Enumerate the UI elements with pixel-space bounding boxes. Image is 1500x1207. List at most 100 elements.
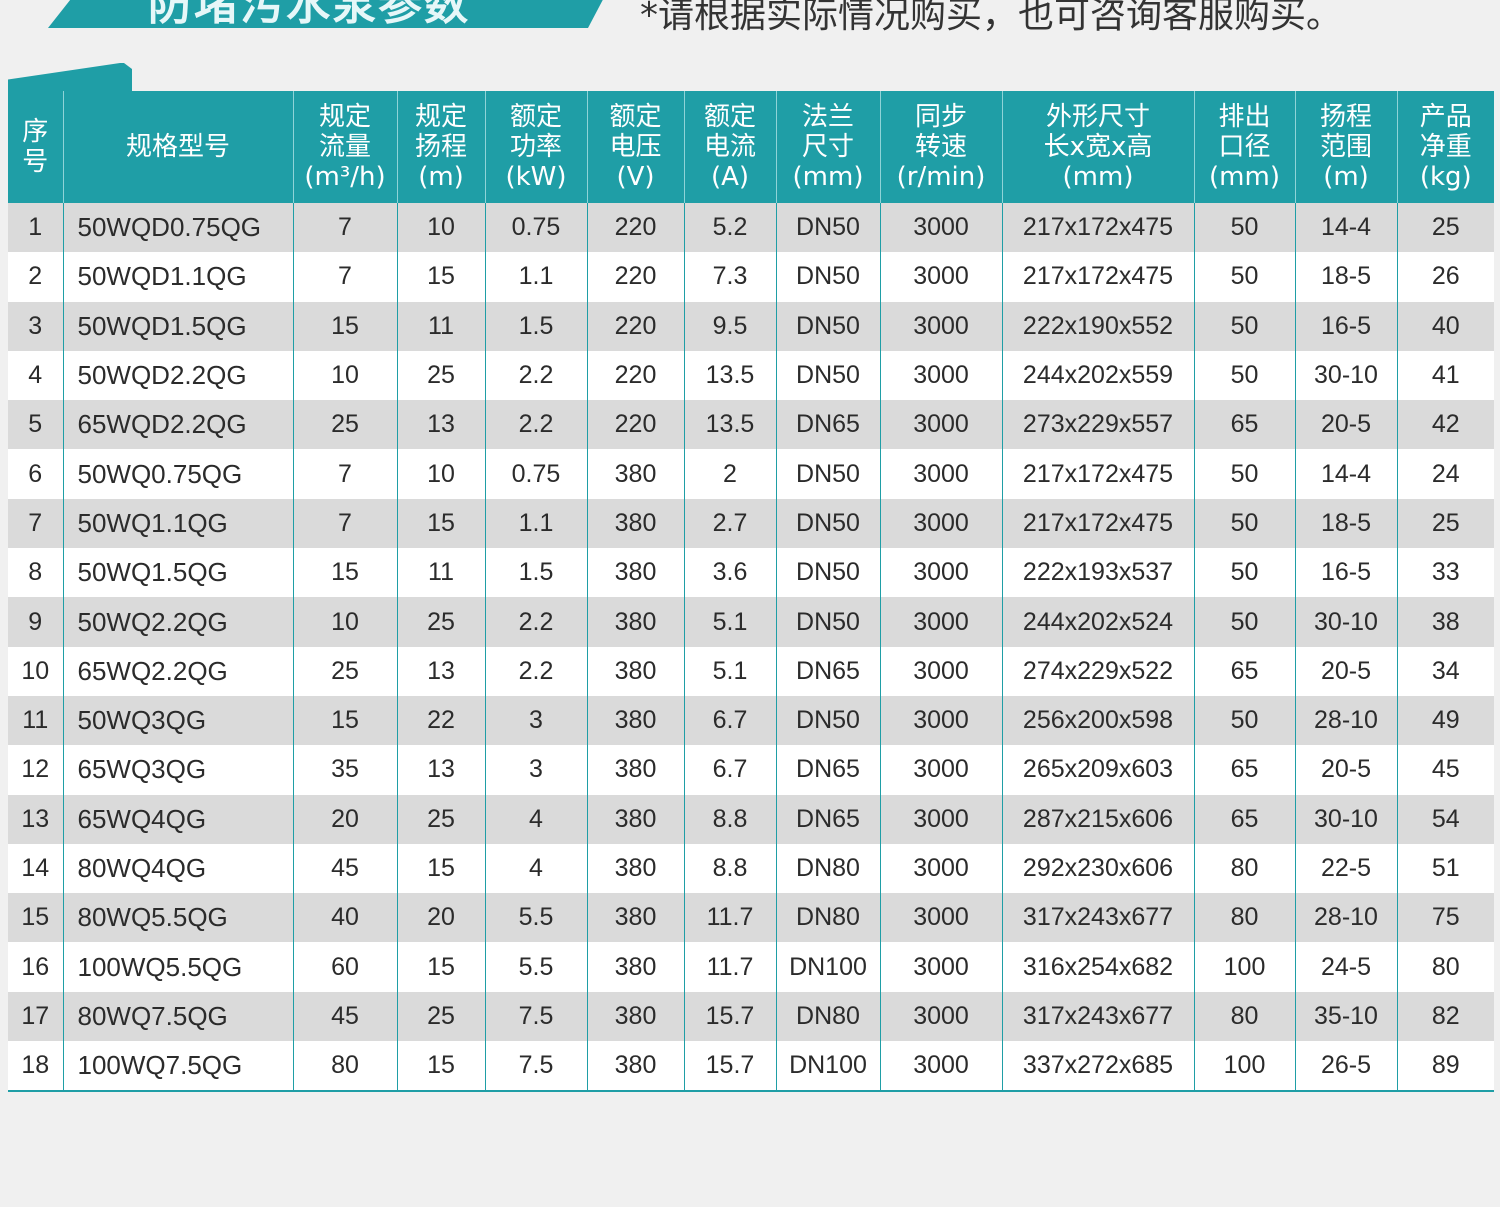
table-cell: 244x202x559 <box>1002 350 1195 401</box>
table-cell: 3000 <box>880 301 1003 351</box>
table-cell: 13 <box>397 745 486 795</box>
table-cell: 15 <box>293 301 398 351</box>
table-cell: 80 <box>293 1041 398 1093</box>
table-cell: DN80 <box>776 893 881 943</box>
table-cell: 30-10 <box>1295 794 1398 844</box>
table-cell: 3000 <box>880 695 1003 746</box>
table-cell: 10 <box>397 203 486 253</box>
table-cell: 3000 <box>880 942 1003 992</box>
table-cell: 40 <box>293 893 398 943</box>
table-cell: 50 <box>1194 597 1296 647</box>
table-cell: 380 <box>587 794 685 844</box>
table-cell: 14 <box>8 843 64 894</box>
table-row: 10 65WQ2.2QG 25 13 2.2 380 5.1 DN65 3000 274x229x… <box>8 646 1494 696</box>
column-header: 额定 电压 (V) <box>587 91 685 203</box>
table-cell: 11 <box>397 301 486 351</box>
column-header: 规格型号 <box>63 91 294 203</box>
column-header-line: 长x宽x高 <box>1043 132 1153 162</box>
table-cell: 5.5 <box>485 942 588 992</box>
table-cell: 2 <box>8 252 64 302</box>
column-header-line: (A) <box>710 162 750 192</box>
table-cell: 5.2 <box>684 203 777 253</box>
table-cell: DN65 <box>776 400 881 450</box>
table-cell: DN50 <box>776 350 881 401</box>
table-cell: 80 <box>1194 893 1296 943</box>
purchase-note: *请根据实际情况购买，也可咨询客服购买。 <box>640 0 1343 36</box>
table-cell: 16-5 <box>1295 548 1398 598</box>
column-header-line: (V) <box>616 162 655 192</box>
table-cell: 220 <box>587 203 685 253</box>
table-cell: 49 <box>1397 695 1494 746</box>
table-cell: 10 <box>293 350 398 401</box>
table-cell: DN80 <box>776 843 881 894</box>
table-cell: 25 <box>397 794 486 844</box>
column-header-line: (kg) <box>1419 162 1472 192</box>
table-cell: 4 <box>485 794 588 844</box>
table-cell: 25 <box>397 350 486 401</box>
table-cell: 317x243x677 <box>1002 991 1195 1042</box>
table-cell: 7 <box>8 498 64 549</box>
table-cell: 3000 <box>880 449 1003 499</box>
table-cell: DN80 <box>776 991 881 1042</box>
column-header-line: (mm) <box>1062 162 1134 192</box>
column-header-line: 流量 <box>318 132 371 162</box>
table-row: 5 65WQD2.2QG 25 13 2.2 220 13.5 DN65 3000 273x229… <box>8 400 1494 450</box>
table-cell: 3 <box>8 301 64 351</box>
table-cell: 65 <box>1194 794 1296 844</box>
table-cell: 10 <box>397 449 486 499</box>
table-cell: 0.75 <box>485 203 588 253</box>
table-cell: 38 <box>1397 597 1494 647</box>
table-cell: 256x200x598 <box>1002 695 1195 746</box>
table-cell: DN50 <box>776 449 881 499</box>
table-cell: 40 <box>1397 301 1494 351</box>
column-header-line: (kW) <box>505 162 567 192</box>
table-cell: 50 <box>1194 301 1296 351</box>
table-cell: 317x243x677 <box>1002 893 1195 943</box>
column-header-line: 额定 <box>509 102 562 132</box>
table-cell: 3000 <box>880 991 1003 1042</box>
table-cell: DN50 <box>776 301 881 351</box>
table-cell: 18-5 <box>1295 498 1398 549</box>
table-cell: 380 <box>587 695 685 746</box>
table-cell: 25 <box>1397 498 1494 549</box>
column-header: 额定 功率 (kW) <box>485 91 588 203</box>
table-cell: 15.7 <box>684 1041 777 1093</box>
table-cell: DN65 <box>776 646 881 696</box>
table-cell: 41 <box>1397 350 1494 401</box>
table-cell: 3000 <box>880 203 1003 253</box>
column-header-line: 规定 <box>414 102 467 132</box>
title-banner: 防堵污水泵参数 <box>48 0 608 28</box>
table-cell: 28-10 <box>1295 695 1398 746</box>
table-cell: 5.1 <box>684 597 777 647</box>
table-cell: 15.7 <box>684 991 777 1042</box>
table-cell: DN50 <box>776 695 881 746</box>
table-cell: 50 <box>1194 695 1296 746</box>
table-cell: 273x229x557 <box>1002 400 1195 450</box>
table-cell: 15 <box>397 843 486 894</box>
table-cell: 25 <box>397 597 486 647</box>
table-cell: 1.1 <box>485 498 588 549</box>
table-cell: 380 <box>587 942 685 992</box>
column-header: 同步 转速 (r/min) <box>880 91 1003 203</box>
table-cell: 8 <box>8 548 64 598</box>
table-row: 4 50WQD2.2QG 10 25 2.2 220 13.5 DN50 3000 244x202… <box>8 350 1494 401</box>
table-cell: 45 <box>293 843 398 894</box>
table-cell: 13.5 <box>684 350 777 401</box>
table-cell: 20-5 <box>1295 646 1398 696</box>
table-cell: 3000 <box>880 252 1003 302</box>
table-cell: 337x272x685 <box>1002 1041 1195 1093</box>
table-cell: 9 <box>8 597 64 647</box>
table-cell: DN50 <box>776 548 881 598</box>
table-cell: 7 <box>293 203 398 253</box>
table-cell: 380 <box>587 646 685 696</box>
banner-title: 防堵污水泵参数 <box>148 0 470 28</box>
table-row: 16 100WQ5.5QG 60 15 5.5 380 11.7 DN100 3000 316x2… <box>8 942 1494 992</box>
table-row: 15 80WQ5.5QG 40 20 5.5 380 11.7 DN80 3000 317x243… <box>8 893 1494 943</box>
table-cell: 220 <box>587 301 685 351</box>
table-cell: 287x215x606 <box>1002 794 1195 844</box>
table-cell: 292x230x606 <box>1002 843 1195 894</box>
table-cell: 2 <box>684 449 777 499</box>
model-cell: 50WQ1.1QG <box>63 498 294 549</box>
table-cell: 75 <box>1397 893 1494 943</box>
table-cell: 11 <box>8 695 64 746</box>
